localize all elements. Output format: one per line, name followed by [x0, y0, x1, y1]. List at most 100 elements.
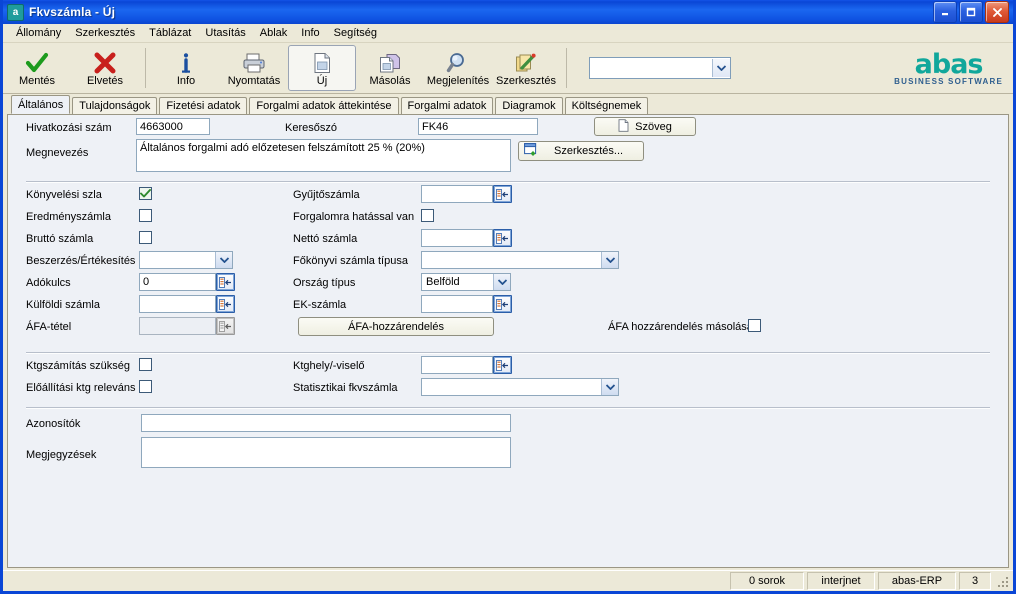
tab-tulajdonsagok[interactable]: Tulajdonságok [72, 97, 158, 114]
afa-tetel-input[interactable] [139, 317, 216, 335]
megjegyzesek-label: Megjegyzések [26, 449, 97, 461]
toolbar-button-megjelenites[interactable]: Megjelenítés [424, 45, 492, 91]
menu-item-utasitas[interactable]: Utasítás [198, 26, 252, 40]
menu-item-szerkesztes[interactable]: Szerkesztés [68, 26, 142, 40]
ek-szamla-lookup-icon[interactable] [493, 295, 512, 313]
chevron-down-icon[interactable] [493, 274, 510, 290]
toolbar-button-szerkesztes[interactable]: Szerkesztés [492, 45, 560, 91]
kulfoldi-szamla-input[interactable] [139, 295, 216, 313]
menu-item-segitseg[interactable]: Segítség [327, 26, 384, 40]
konyvelesi-szla-label: Könyvelési szla [26, 189, 102, 201]
afa-hozzarendeles-masolasa-checkbox[interactable] [748, 319, 761, 332]
orszag-tipus-label: Ország típus [293, 277, 356, 289]
toolbar-button-masolas[interactable]: Másolás [356, 45, 424, 91]
ek-szamla-label: EK-számla [293, 299, 347, 311]
app-icon: a [7, 3, 24, 21]
konyvelesi-szla-checkbox[interactable] [139, 187, 152, 200]
gyujtoszamla-label: Gyűjtőszámla [293, 189, 360, 201]
chevron-down-icon[interactable] [601, 252, 618, 268]
ktghely-viselo-input[interactable] [421, 356, 493, 374]
eredmenyszamla-checkbox[interactable] [139, 209, 152, 222]
status-system: abas-ERP [878, 572, 956, 590]
tab-label: Forgalmi adatok [407, 100, 487, 112]
minimize-icon[interactable] [933, 1, 957, 23]
toolbar-button-uj[interactable]: Új [288, 45, 356, 91]
szerkesztes-button[interactable]: Szerkesztés... [518, 141, 644, 161]
beszerzes-ertekesites-label: Beszerzés/Értékesítés [26, 255, 136, 267]
ktghely-viselo-lookup-icon[interactable] [493, 356, 512, 374]
azonositok-label: Azonosítók [26, 418, 81, 430]
close-icon[interactable] [985, 1, 1009, 23]
window-controls [933, 1, 1011, 23]
tab-label: Általános [18, 98, 64, 111]
netto-szamla-label: Nettó számla [293, 233, 358, 245]
status-count: 3 [959, 572, 991, 590]
gyujtoszamla-input[interactable] [421, 185, 493, 203]
adokulcs-input[interactable]: 0 [139, 273, 216, 291]
toolbar-button-elvetes[interactable]: Elvetés [71, 45, 139, 91]
command-combo[interactable] [589, 57, 731, 79]
toolbar: Mentés Elvetés Info Nyomtatás Új Másolás… [3, 43, 1013, 94]
tab-diagramok[interactable]: Diagramok [495, 97, 563, 114]
status-rows: 0 sorok [730, 572, 804, 590]
magnifier-icon [446, 50, 470, 74]
adokulcs-lookup-icon[interactable] [216, 273, 235, 291]
fokonyvi-szamla-tipusa-select[interactable] [421, 251, 619, 269]
tab-fizetesi-adatok[interactable]: Fizetési adatok [159, 97, 248, 114]
menu-item-info[interactable]: Info [294, 26, 326, 40]
tab-altalanos[interactable]: Általános [11, 95, 71, 114]
ktgszamitas-szukseg-checkbox[interactable] [139, 358, 152, 371]
statisztikai-fkvszamla-select[interactable] [421, 378, 619, 396]
megnevezes-input[interactable]: Általános forgalmi adó előzetesen felszá… [136, 139, 511, 172]
megjegyzesek-input[interactable] [141, 437, 511, 468]
azonositok-input[interactable] [141, 414, 511, 432]
toolbar-button-info[interactable]: Info [152, 45, 220, 91]
edit-window-icon [524, 143, 538, 159]
edit-pencil-icon [514, 50, 538, 74]
toolbar-button-mentes[interactable]: Mentés [3, 45, 71, 91]
tab-label: Tulajdonságok [79, 100, 151, 112]
menu-item-ablak[interactable]: Ablak [253, 26, 295, 40]
tab-forgalmi-adatok-attekintese[interactable]: Forgalmi adatok áttekintése [249, 97, 399, 114]
tab-forgalmi-adatok[interactable]: Forgalmi adatok [400, 97, 494, 114]
divider-3 [26, 407, 990, 409]
toolbar-label: Info [176, 74, 196, 87]
netto-szamla-input[interactable] [421, 229, 493, 247]
toolbar-button-nyomtatas[interactable]: Nyomtatás [220, 45, 288, 91]
chevron-down-icon[interactable] [712, 59, 730, 77]
tab-koltsegnemek[interactable]: Költségnemek [564, 97, 649, 114]
brutto-szamla-label: Bruttó számla [26, 233, 94, 245]
eloallitasi-ktg-relevans-checkbox[interactable] [139, 380, 152, 393]
szoveg-button[interactable]: Szöveg [594, 117, 696, 136]
szerkesztes-button-label: Szerkesztés... [554, 145, 624, 157]
abas-logo: abas BUSINESS SOFTWARE [894, 51, 1003, 86]
tab-label: Diagramok [502, 100, 556, 112]
afa-tetel-lookup-icon[interactable] [216, 317, 235, 335]
brutto-szamla-checkbox[interactable] [139, 231, 152, 244]
cross-icon [94, 50, 116, 74]
orszag-tipus-select[interactable]: Belföld [421, 273, 511, 291]
ek-szamla-input[interactable] [421, 295, 493, 313]
title-bar: a Fkvszámla - Új [3, 0, 1013, 24]
gyujtoszamla-lookup-icon[interactable] [493, 185, 512, 203]
menu-item-tablazat[interactable]: Táblázat [142, 26, 198, 40]
netto-szamla-lookup-icon[interactable] [493, 229, 512, 247]
eredmenyszamla-label: Eredményszámla [26, 211, 111, 223]
keresoszo-input[interactable]: FK46 [418, 118, 538, 135]
chevron-down-icon[interactable] [215, 252, 232, 268]
menu-item-allomany[interactable]: Állomány [9, 26, 68, 40]
general-tab-panel: Hivatkozási szám 4663000 Keresőszó FK46 … [7, 114, 1009, 568]
afa-tetel-label: ÁFA-tétel [26, 321, 72, 333]
kulfoldi-szamla-lookup-icon[interactable] [216, 295, 235, 313]
hivatkozasi-szam-label: Hivatkozási szám [26, 122, 112, 134]
toolbar-label: Elvetés [86, 74, 124, 87]
fokonyvi-szamla-tipusa-label: Főkönyvi számla típusa [293, 255, 408, 267]
maximize-icon[interactable] [959, 1, 983, 23]
beszerzes-ertekesites-select[interactable] [139, 251, 233, 269]
afa-hozzarendeles-button[interactable]: ÁFA-hozzárendelés [298, 317, 494, 336]
afa-hozzarendeles-button-label: ÁFA-hozzárendelés [348, 320, 444, 333]
chevron-down-icon[interactable] [601, 379, 618, 395]
resize-grip-icon[interactable] [995, 574, 1009, 588]
hivatkozasi-szam-input[interactable]: 4663000 [136, 118, 210, 135]
forgalomra-hatassal-van-checkbox[interactable] [421, 209, 434, 222]
